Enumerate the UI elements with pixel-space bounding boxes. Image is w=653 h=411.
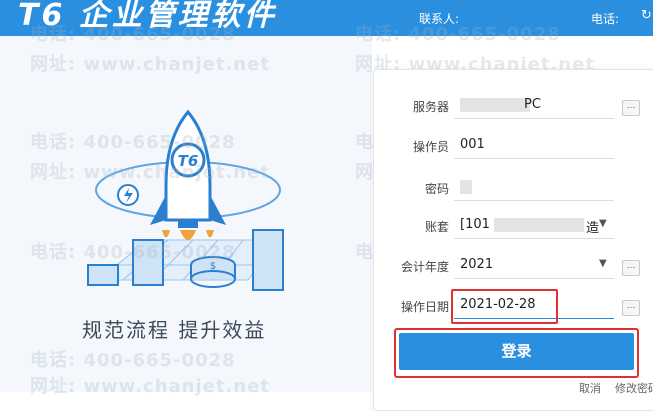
account-select[interactable]: [101 <box>460 217 490 232</box>
server-label: 服务器 <box>412 100 449 114</box>
operator-input[interactable]: 001 <box>460 137 485 152</box>
login-button[interactable]: 登录 <box>399 333 634 370</box>
server-value-redacted <box>460 98 530 112</box>
year-label: 会计年度 <box>400 260 449 274</box>
chevron-down-icon[interactable]: ▼ <box>599 258 607 269</box>
server-row: 服务器 PC ... <box>374 90 653 120</box>
login-panel: 服务器 PC ... 操作员 001 密码 账套 [101 造 ▼ 会计年度 2… <box>373 69 653 411</box>
date-label: 操作日期 <box>400 300 449 314</box>
watermark-phone: 电话: 400-665-0028 <box>30 24 236 45</box>
operator-row: 操作员 001 <box>374 130 653 160</box>
watermark-site: 网址: www.chanjet.net <box>30 162 270 183</box>
watermark-phone: 电话: 400-665-0028 <box>30 242 236 263</box>
server-value: PC <box>524 97 541 112</box>
account-label: 账套 <box>424 220 449 234</box>
watermark-phone: 电话: 400-665-0028 <box>30 350 236 371</box>
watermark-site: 网址: www.chanjet.net <box>30 376 270 397</box>
date-highlight-box <box>451 289 558 324</box>
slogan: 规范流程 提升效益 <box>82 318 267 342</box>
password-row: 密码 <box>374 172 653 202</box>
server-more-button[interactable]: ... <box>622 100 640 116</box>
date-more-button[interactable]: ... <box>622 300 640 316</box>
refresh-icon[interactable]: ↻ <box>641 8 652 23</box>
watermark-phone: 电话: 400-665-0028 <box>355 24 561 45</box>
account-value-redacted <box>494 218 584 232</box>
year-select[interactable]: 2021 <box>460 257 493 272</box>
chevron-down-icon[interactable]: ▼ <box>599 218 607 229</box>
watermark-site: 网址: www.chanjet.net <box>30 54 270 75</box>
watermark-phone: 电话: 400-665-0028 <box>30 132 236 153</box>
promo-area: T6 $ 规范流程 提升效益 <box>0 36 372 392</box>
bottom-links: 取消 修改密码 <box>579 380 653 396</box>
password-input[interactable] <box>460 180 472 194</box>
operator-label: 操作员 <box>412 140 449 154</box>
password-label: 密码 <box>424 182 449 196</box>
year-row: 会计年度 2021 ▼ ... <box>374 250 653 280</box>
cancel-link[interactable]: 取消 <box>579 382 601 395</box>
phone-label: 电话: <box>591 12 620 26</box>
change-password-link[interactable]: 修改密码 <box>615 382 653 395</box>
account-row: 账套 [101 造 ▼ <box>374 210 653 240</box>
year-more-button[interactable]: ... <box>622 260 640 276</box>
account-suffix: 造 <box>586 221 600 236</box>
